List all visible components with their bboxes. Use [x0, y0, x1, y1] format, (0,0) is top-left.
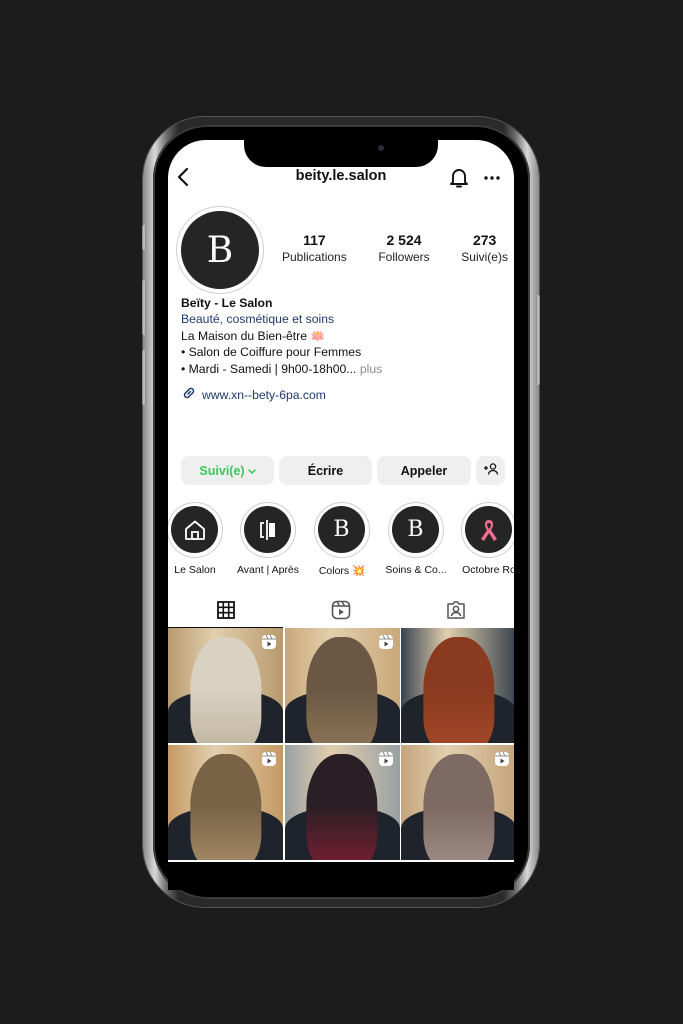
post-thumbnail[interactable]: [168, 744, 283, 860]
website-link[interactable]: www.xn--bety-6pa.com: [181, 385, 326, 404]
avatar[interactable]: B: [181, 211, 259, 289]
reel-icon: [378, 751, 394, 772]
suggest-people-button[interactable]: [476, 456, 505, 485]
bio-line: • Mardi - Samedi | 9h00-18h00...: [181, 361, 357, 376]
front-camera: [378, 145, 384, 151]
stat-label: Publications: [282, 250, 347, 264]
highlight-colors[interactable]: B Colors 💥: [305, 502, 379, 577]
post-image-hair: [422, 637, 495, 743]
tab-grid[interactable]: [168, 596, 284, 628]
grid-icon: [216, 600, 235, 624]
call-button[interactable]: Appeler: [377, 456, 471, 485]
house-icon: [171, 506, 218, 553]
following-label: Suivi(e): [199, 463, 245, 478]
tagged-icon: [446, 600, 466, 625]
post-thumbnail[interactable]: [284, 628, 400, 743]
brand-logo-icon: B: [392, 506, 439, 553]
post-image-hair: [189, 753, 262, 860]
pink-ribbon-icon: [465, 506, 512, 553]
reel-icon: [261, 751, 277, 772]
screen-bottom-edge: [168, 862, 514, 890]
profile-category[interactable]: Beauté, cosmétique et soins: [181, 311, 501, 327]
stat-label: Followers: [378, 250, 430, 264]
tab-reels[interactable]: [283, 596, 398, 628]
profile-bio: Beïty - Le Salon Beauté, cosmétique et s…: [181, 295, 501, 377]
highlight-le-salon[interactable]: Le Salon: [168, 502, 232, 576]
bio-line: La Maison du Bien-être 🪷: [181, 328, 326, 343]
before-after-icon: [244, 506, 291, 553]
post-thumbnail[interactable]: [284, 744, 400, 860]
post-thumbnail[interactable]: [401, 628, 514, 743]
highlight-label: Soins & Co...: [385, 564, 447, 576]
profile-stats: 117 Publications 2 524 Followers 273 Sui…: [282, 232, 508, 264]
link-icon: [181, 385, 197, 404]
highlight-soins[interactable]: B Soins & Co...: [379, 502, 453, 576]
post-image-hair: [189, 637, 262, 743]
message-button[interactable]: Écrire: [279, 456, 372, 485]
highlight-ring: [240, 502, 296, 558]
chevron-down-icon: [247, 464, 256, 478]
volume-up-button: [142, 280, 146, 335]
highlight-label: Octobre Ro: [462, 564, 514, 576]
reel-icon: [261, 634, 277, 655]
brand-logo-icon: B: [318, 506, 365, 553]
highlight-octobre-rose[interactable]: Octobre Ro: [452, 502, 514, 576]
highlight-ring: B: [314, 502, 370, 558]
bio-more-link[interactable]: plus: [360, 362, 382, 376]
following-button[interactable]: Suivi(e): [181, 456, 274, 485]
stat-value: 117: [303, 232, 326, 248]
stat-value: 2 524: [386, 232, 422, 248]
posts-grid: [168, 628, 514, 860]
volume-down-button: [142, 350, 146, 405]
highlight-avant-apres[interactable]: Avant | Après: [231, 502, 305, 576]
post-image-hair: [306, 637, 378, 743]
post-thumbnail[interactable]: [168, 628, 283, 743]
instagram-profile-screen: beity.le.salon B 117 Publications 2 524 …: [168, 140, 514, 862]
highlight-ring: B: [388, 502, 444, 558]
tab-tagged[interactable]: [399, 596, 514, 628]
mute-switch: [142, 225, 146, 250]
more-options-icon[interactable]: [482, 165, 502, 189]
stat-publications[interactable]: 117 Publications: [282, 232, 347, 264]
post-image-hair: [306, 753, 378, 860]
highlight-label: Colors 💥: [318, 565, 366, 577]
post-image-hair: [422, 753, 495, 860]
bio-line-truncated: • Mardi - Samedi | 9h00-18h00... plus: [181, 361, 501, 377]
highlight-label: Le Salon: [174, 564, 216, 576]
stat-value: 273: [472, 232, 497, 248]
bell-icon[interactable]: [448, 165, 470, 189]
profile-actions: Suivi(e) Écrire Appeler: [181, 456, 505, 485]
story-highlights: Le Salon Avant | Après B Colors 💥 B Soin…: [168, 502, 514, 580]
post-thumbnail[interactable]: [401, 744, 514, 860]
profile-name: Beïty - Le Salon: [181, 296, 273, 310]
profile-tabs: [168, 596, 514, 628]
phone-notch: [244, 133, 438, 167]
highlight-ring: [461, 502, 514, 558]
bio-line: • Salon de Coiffure pour Femmes: [181, 345, 362, 360]
stat-following[interactable]: 273 Suivi(e)s: [461, 232, 508, 264]
stat-label: Suivi(e)s: [461, 250, 508, 264]
reel-icon: [494, 751, 510, 772]
reel-icon: [378, 634, 394, 655]
highlight-ring: [168, 502, 223, 558]
stat-followers[interactable]: 2 524 Followers: [378, 232, 429, 264]
website-url: www.xn--bety-6pa.com: [202, 387, 326, 402]
reels-icon: [331, 600, 351, 625]
power-button: [536, 295, 540, 385]
highlight-label: Avant | Après: [236, 564, 300, 576]
add-person-icon: [483, 462, 499, 479]
